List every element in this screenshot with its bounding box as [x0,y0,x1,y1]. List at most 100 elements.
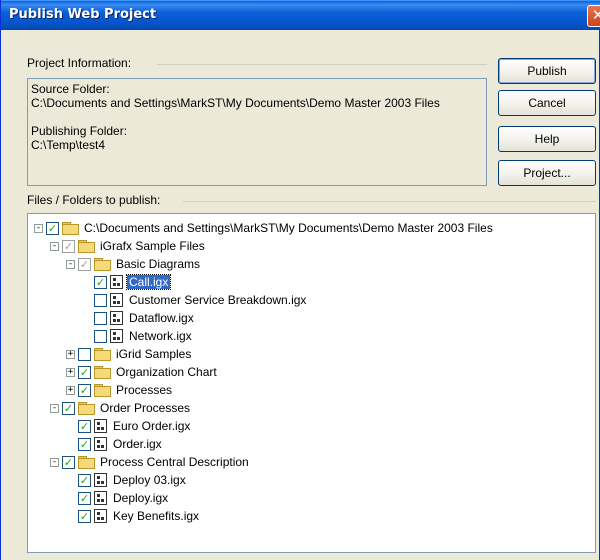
tree-checkbox[interactable]: ✓ [78,491,91,505]
tree-checkbox[interactable]: ✓ [62,401,75,415]
tree-folder-row[interactable]: - ✓ Basic Diagrams [66,255,202,273]
igx-file-icon [94,491,107,505]
tree-folder-row[interactable]: - ✓ C:\Documents and Settings\MarkST\My Do… [34,219,495,237]
tree-checkbox[interactable]: ✓ [78,257,91,271]
igx-file-icon [110,329,123,343]
publishing-folder-value: C:\Temp\test4 [31,138,106,152]
tree-checkbox[interactable]: ✓ [78,473,91,487]
collapse-icon[interactable]: - [66,259,75,269]
tree-folder-row[interactable]: + ✓ Processes [66,381,174,399]
close-icon[interactable]: ✕ [587,5,600,27]
igx-file-icon [110,275,123,289]
tree-folder-row[interactable]: + ✓ Organization Chart [66,363,219,381]
tree-item-label[interactable]: iGrafx Sample Files [98,239,207,253]
tree-checkbox[interactable] [78,347,91,361]
tree-checkbox[interactable] [94,293,107,307]
folder-icon [94,384,111,397]
tree-item-label[interactable]: Organization Chart [114,365,219,379]
tree-file-row[interactable]: Network.igx [82,327,194,345]
files-tree[interactable]: - ✓ C:\Documents and Settings\MarkST\My Do… [27,213,596,553]
tree-item-label[interactable]: iGrid Samples [114,347,193,361]
collapse-icon[interactable]: - [50,241,59,251]
expand-icon[interactable]: + [66,349,75,359]
help-button[interactable]: Help [498,126,596,152]
tree-checkbox[interactable]: ✓ [46,221,59,235]
expand-icon[interactable]: + [66,385,75,395]
project-info-box: Source Folder: C:\Documents and Settings… [27,78,487,186]
tree-checkbox[interactable] [94,329,107,343]
igx-file-icon [94,437,107,451]
publish-dialog: Publish Web Project ✕ Project Informatio… [0,0,600,560]
tree-checkbox[interactable]: ✓ [78,437,91,451]
tree-file-row[interactable]: ✓ Key Benefits.igx [66,507,201,525]
files-group-label: Files / Folders to publish: [27,193,165,207]
tree-item-label[interactable]: Order Processes [98,401,192,415]
folder-icon [94,366,111,379]
tree-item-label[interactable]: Process Central Description [98,455,251,469]
tree-checkbox[interactable]: ✓ [78,419,91,433]
igx-file-icon [110,293,123,307]
tree-item-label[interactable]: Network.igx [127,329,194,343]
igx-file-icon [94,419,107,433]
tree-file-row[interactable]: ✓ Deploy 03.igx [66,471,188,489]
tree-checkbox[interactable]: ✓ [62,239,75,253]
tree-file-row[interactable]: ✓ Euro Order.igx [66,417,192,435]
collapse-icon[interactable]: - [50,457,59,467]
folder-icon [78,240,95,253]
tree-file-row[interactable]: Customer Service Breakdown.igx [82,291,308,309]
tree-file-row[interactable]: ✓ Deploy.igx [66,489,170,507]
tree-item-label[interactable]: Euro Order.igx [111,419,192,433]
publish-button[interactable]: Publish [498,58,596,84]
tree-item-label[interactable]: Processes [114,383,174,397]
igx-file-icon [94,509,107,523]
tree-item-label[interactable]: Customer Service Breakdown.igx [127,293,308,307]
tree-checkbox[interactable] [94,311,107,325]
tree-file-row[interactable]: ✓ Order.igx [66,435,164,453]
project-info-divider [157,64,487,65]
tree-item-label[interactable]: Order.igx [111,437,164,451]
title-bar[interactable]: Publish Web Project ✕ [1,0,600,30]
tree-checkbox[interactable]: ✓ [94,275,107,289]
folder-icon [94,348,111,361]
folder-icon [78,402,95,415]
tree-item-label[interactable]: Call.igx [125,274,172,290]
cancel-button[interactable]: Cancel [498,90,596,116]
files-group-divider [183,201,596,202]
collapse-icon[interactable]: - [34,223,43,233]
tree-checkbox[interactable]: ✓ [62,455,75,469]
tree-file-row[interactable]: Dataflow.igx [82,309,196,327]
collapse-icon[interactable]: - [50,403,59,413]
source-folder-value: C:\Documents and Settings\MarkST\My Docu… [31,96,440,110]
source-folder-label: Source Folder: [31,82,110,96]
tree-folder-row[interactable]: - ✓ iGrafx Sample Files [50,237,207,255]
folder-icon [94,258,111,271]
tree-item-label[interactable]: Deploy 03.igx [111,473,188,487]
tree-checkbox[interactable]: ✓ [78,509,91,523]
project-info-label: Project Information: [27,56,136,70]
tree-folder-row[interactable]: + iGrid Samples [66,345,193,363]
tree-item-label[interactable]: Dataflow.igx [127,311,196,325]
tree-item-label[interactable]: Basic Diagrams [114,257,202,271]
tree-checkbox[interactable]: ✓ [78,383,91,397]
tree-item-label[interactable]: Key Benefits.igx [111,509,201,523]
project-button[interactable]: Project... [498,160,596,186]
igx-file-icon [94,473,107,487]
expand-icon[interactable]: + [66,367,75,377]
folder-icon [62,222,79,235]
tree-item-label[interactable]: C:\Documents and Settings\MarkST\My Docu… [82,221,495,235]
tree-item-label[interactable]: Deploy.igx [111,491,170,505]
dialog-title: Publish Web Project [9,7,157,22]
tree-folder-row[interactable]: - ✓ Order Processes [50,399,192,417]
tree-file-row[interactable]: ✓ Call.igx [82,273,172,291]
tree-folder-row[interactable]: - ✓ Process Central Description [50,453,251,471]
tree-checkbox[interactable]: ✓ [78,365,91,379]
